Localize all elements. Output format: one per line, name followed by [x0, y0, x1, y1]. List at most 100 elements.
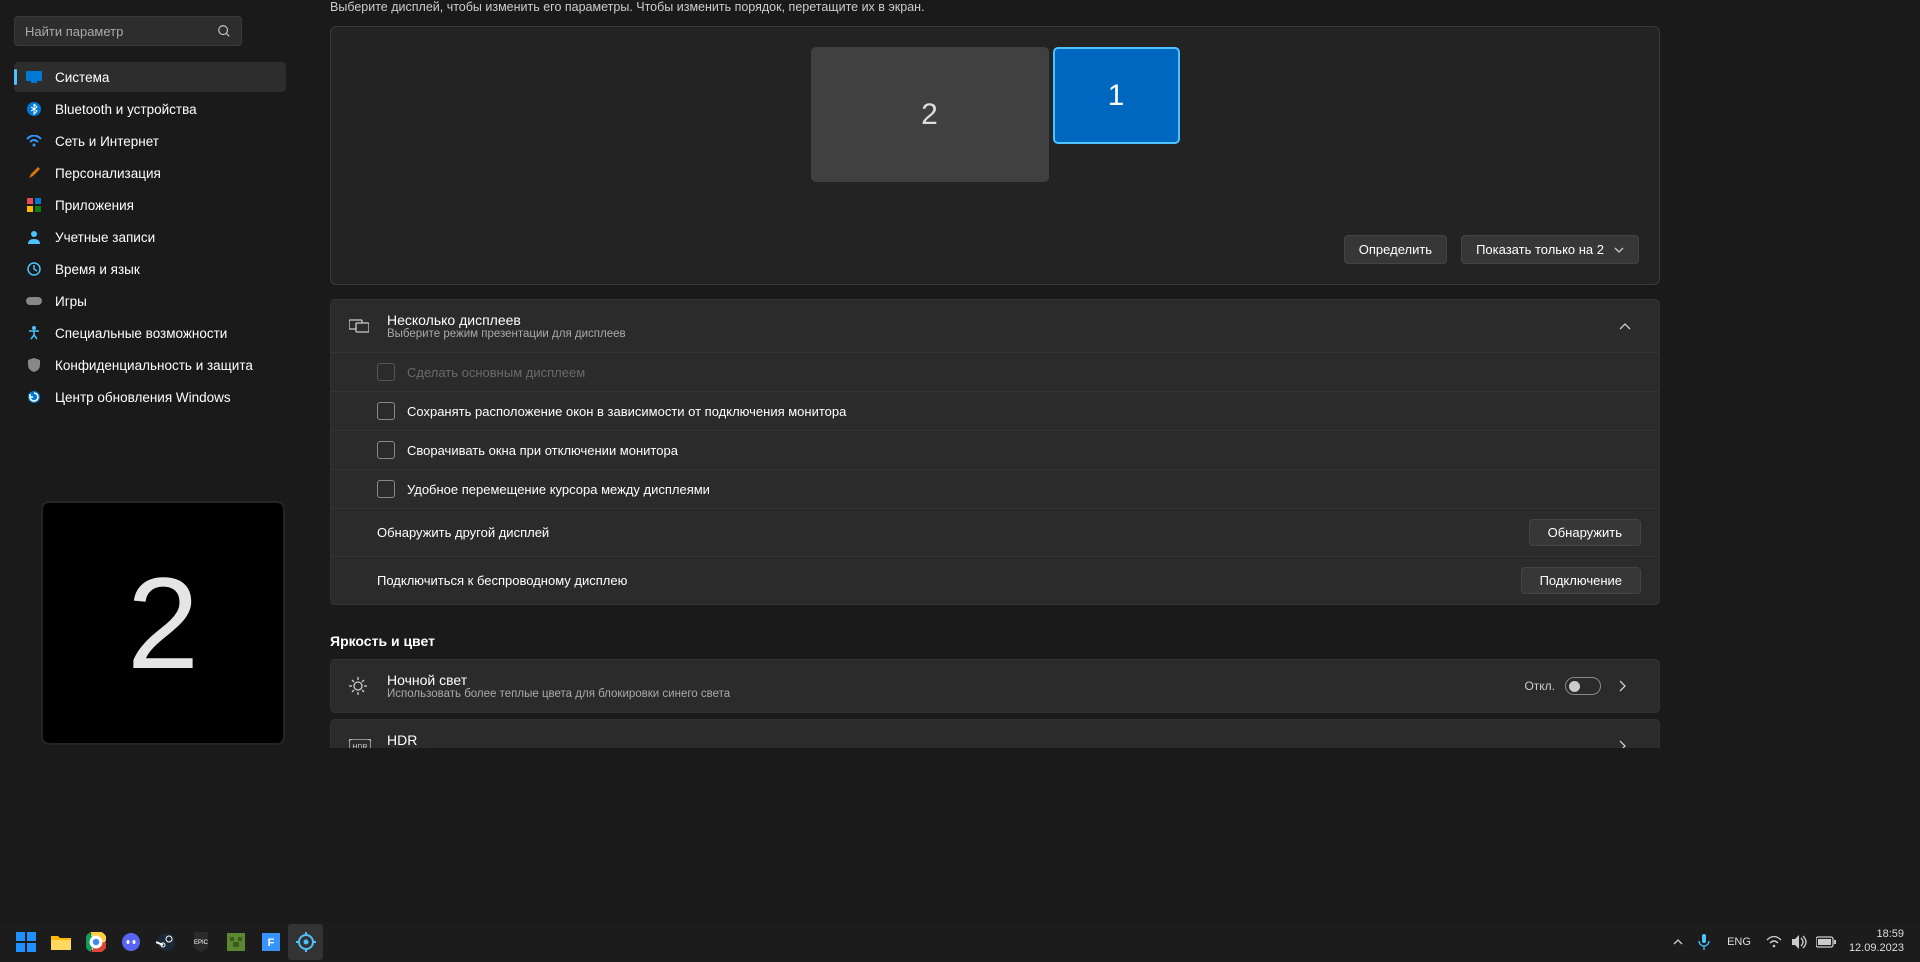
- search-input[interactable]: [25, 24, 217, 39]
- sidebar-item-accounts[interactable]: Учетные записи: [14, 222, 286, 252]
- displays-icon: [349, 318, 369, 334]
- toggle-state-label: Откл.: [1524, 679, 1555, 693]
- row-detect-display: Обнаружить другой дисплей Обнаружить: [331, 508, 1659, 556]
- card-subtitle: Использовать более теплые цвета для блок…: [387, 688, 1506, 700]
- multiple-displays-expander: Несколько дисплеев Выберите режим презен…: [330, 299, 1660, 605]
- taskbar-chrome[interactable]: [78, 924, 113, 960]
- identify-button[interactable]: Определить: [1344, 235, 1447, 264]
- row-wireless-display: Подключиться к беспроводному дисплею Под…: [331, 556, 1659, 604]
- row-label: Сделать основным дисплеем: [407, 365, 1641, 380]
- tray-wifi-icon[interactable]: [1763, 924, 1785, 960]
- sidebar-item-bluetooth[interactable]: Bluetooth и устройства: [14, 94, 286, 124]
- hdr-icon: HDR: [349, 739, 369, 748]
- row-label: Сохранять расположение окон в зависимост…: [407, 404, 1641, 419]
- card-title: Ночной свет: [387, 672, 1506, 688]
- taskbar-epic[interactable]: EPIC: [183, 924, 218, 960]
- sidebar-label: Игры: [55, 294, 87, 309]
- tray-volume-icon[interactable]: [1789, 924, 1811, 960]
- start-button[interactable]: [8, 924, 43, 960]
- checkbox-remember-position[interactable]: [377, 402, 395, 420]
- apps-icon: [26, 197, 42, 213]
- sidebar-label: Персонализация: [55, 166, 161, 181]
- sidebar-label: Время и язык: [55, 262, 140, 277]
- expander-title: Несколько дисплеев: [387, 312, 1601, 328]
- tray-time: 18:59: [1849, 928, 1904, 942]
- row-make-primary: Сделать основным дисплеем: [331, 353, 1659, 391]
- bluetooth-icon: [26, 101, 42, 117]
- sidebar-label: Bluetooth и устройства: [55, 102, 197, 117]
- tray-microphone-icon[interactable]: [1693, 924, 1715, 960]
- sidebar-item-gaming[interactable]: Игры: [14, 286, 286, 316]
- row-label: Удобное перемещение курсора между диспле…: [407, 482, 1641, 497]
- display-mode-dropdown[interactable]: Показать только на 2: [1461, 235, 1639, 264]
- sidebar-item-network[interactable]: Сеть и Интернет: [14, 126, 286, 156]
- row-label: Сворачивать окна при отключении монитора: [407, 443, 1641, 458]
- sidebar-item-time-language[interactable]: Время и язык: [14, 254, 286, 284]
- tray-battery-icon[interactable]: [1815, 924, 1837, 960]
- display-intro-text: Выберите дисплей, чтобы изменить его пар…: [330, 0, 1660, 14]
- checkbox-easy-cursor[interactable]: [377, 480, 395, 498]
- taskbar-file-explorer[interactable]: [43, 924, 78, 960]
- display-arrangement-panel: 2 1 Определить Показать только на 2: [330, 26, 1660, 285]
- sidebar-item-accessibility[interactable]: Специальные возможности: [14, 318, 286, 348]
- multiple-displays-header[interactable]: Несколько дисплеев Выберите режим презен…: [331, 300, 1659, 352]
- gamepad-icon: [26, 293, 42, 309]
- chevron-right-icon: [1619, 680, 1641, 692]
- connect-button[interactable]: Подключение: [1521, 567, 1641, 594]
- sidebar-label: Система: [55, 70, 109, 85]
- display-mode-label: Показать только на 2: [1476, 242, 1604, 257]
- sidebar-label: Конфиденциальность и защита: [55, 358, 253, 373]
- wifi-icon: [26, 133, 42, 149]
- night-light-toggle[interactable]: [1565, 677, 1601, 695]
- tray-clock[interactable]: 18:59 12.09.2023: [1841, 928, 1912, 956]
- chevron-up-icon: [1619, 323, 1641, 330]
- sidebar-label: Специальные возможности: [55, 326, 227, 341]
- row-label: Подключиться к беспроводному дисплею: [377, 573, 1509, 588]
- chevron-down-icon: [1614, 247, 1624, 253]
- sidebar-item-windows-update[interactable]: Центр обновления Windows: [14, 382, 286, 412]
- detect-button[interactable]: Обнаружить: [1529, 519, 1641, 546]
- accessibility-icon: [26, 325, 42, 341]
- display-identify-overlay: 2: [41, 501, 285, 745]
- sidebar-item-personalization[interactable]: Персонализация: [14, 158, 286, 188]
- search-input-wrapper[interactable]: [14, 16, 242, 46]
- display-tile-2[interactable]: 2: [811, 47, 1049, 182]
- brightness-color-heading: Яркость и цвет: [330, 633, 1660, 649]
- svg-text:EPIC: EPIC: [193, 940, 208, 946]
- sidebar-item-apps[interactable]: Приложения: [14, 190, 286, 220]
- sidebar-label: Приложения: [55, 198, 134, 213]
- tray-language[interactable]: ENG: [1719, 936, 1759, 948]
- update-icon: [26, 389, 42, 405]
- chevron-right-icon: [1619, 740, 1641, 748]
- taskbar-discord[interactable]: [113, 924, 148, 960]
- taskbar-steam[interactable]: [148, 924, 183, 960]
- brush-icon: [26, 165, 42, 181]
- search-icon: [217, 24, 231, 38]
- hdr-card[interactable]: HDR HDR Подробнее об HDR: [330, 719, 1660, 748]
- svg-text:F: F: [267, 937, 274, 949]
- row-minimize-on-disconnect[interactable]: Сворачивать окна при отключении монитора: [331, 430, 1659, 469]
- shield-icon: [26, 357, 42, 373]
- taskbar: EPIC F ENG 18:59 12.09.2023: [0, 922, 1920, 962]
- checkbox-minimize-on-disconnect[interactable]: [377, 441, 395, 459]
- row-remember-position[interactable]: Сохранять расположение окон в зависимост…: [331, 391, 1659, 430]
- row-easy-cursor[interactable]: Удобное перемещение курсора между диспле…: [331, 469, 1659, 508]
- taskbar-minecraft[interactable]: [218, 924, 253, 960]
- expander-subtitle: Выберите режим презентации для дисплеев: [387, 328, 1601, 340]
- tray-date: 12.09.2023: [1849, 942, 1904, 956]
- tray-chevron-up-icon[interactable]: [1667, 924, 1689, 960]
- globe-clock-icon: [26, 261, 42, 277]
- person-icon: [26, 229, 42, 245]
- display-tile-1[interactable]: 1: [1053, 47, 1180, 144]
- sidebar-item-system[interactable]: Система: [14, 62, 286, 92]
- row-label: Обнаружить другой дисплей: [377, 525, 1517, 540]
- night-light-card[interactable]: Ночной свет Использовать более теплые цв…: [330, 659, 1660, 713]
- sidebar-label: Центр обновления Windows: [55, 390, 231, 405]
- taskbar-app-f[interactable]: F: [253, 924, 288, 960]
- checkbox-make-primary: [377, 363, 395, 381]
- taskbar-settings[interactable]: [288, 924, 323, 960]
- sidebar-label: Учетные записи: [55, 230, 155, 245]
- card-title: HDR: [387, 732, 1601, 748]
- sidebar-label: Сеть и Интернет: [55, 134, 159, 149]
- sidebar-item-privacy[interactable]: Конфиденциальность и защита: [14, 350, 286, 380]
